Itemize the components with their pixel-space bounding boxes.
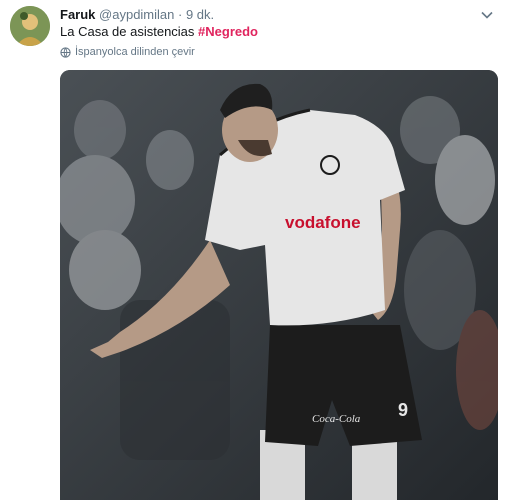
jersey-sponsor: vodafone	[285, 213, 361, 232]
separator: ·	[178, 7, 183, 22]
translate-label: İspanyolca dilinden çevir	[75, 46, 195, 58]
tweet-text-body: La Casa de asistencias	[60, 24, 199, 39]
translate-link[interactable]: İspanyolca dilinden çevir	[60, 46, 195, 58]
chevron-down-icon[interactable]	[480, 8, 494, 22]
handle[interactable]: @aypdimilan	[99, 7, 174, 22]
photo-player: Coca-Cola 9 vodafone	[60, 70, 498, 500]
shorts-sponsor: Coca-Cola	[312, 413, 361, 425]
timestamp[interactable]: 9 dk.	[186, 7, 214, 22]
avatar[interactable]	[10, 6, 50, 46]
shorts-number: 9	[398, 400, 408, 420]
display-name[interactable]: Faruk	[60, 7, 95, 22]
tweet-text: La Casa de asistencias #Negredo	[60, 24, 258, 39]
avatar-image	[10, 6, 50, 46]
tweet-header: Faruk @aypdimilan · 9 dk.	[60, 7, 214, 22]
hashtag-link[interactable]: #Negredo	[198, 24, 258, 39]
tweet-photo[interactable]: Coca-Cola 9 vodafone	[60, 70, 498, 500]
globe-icon	[60, 46, 71, 58]
